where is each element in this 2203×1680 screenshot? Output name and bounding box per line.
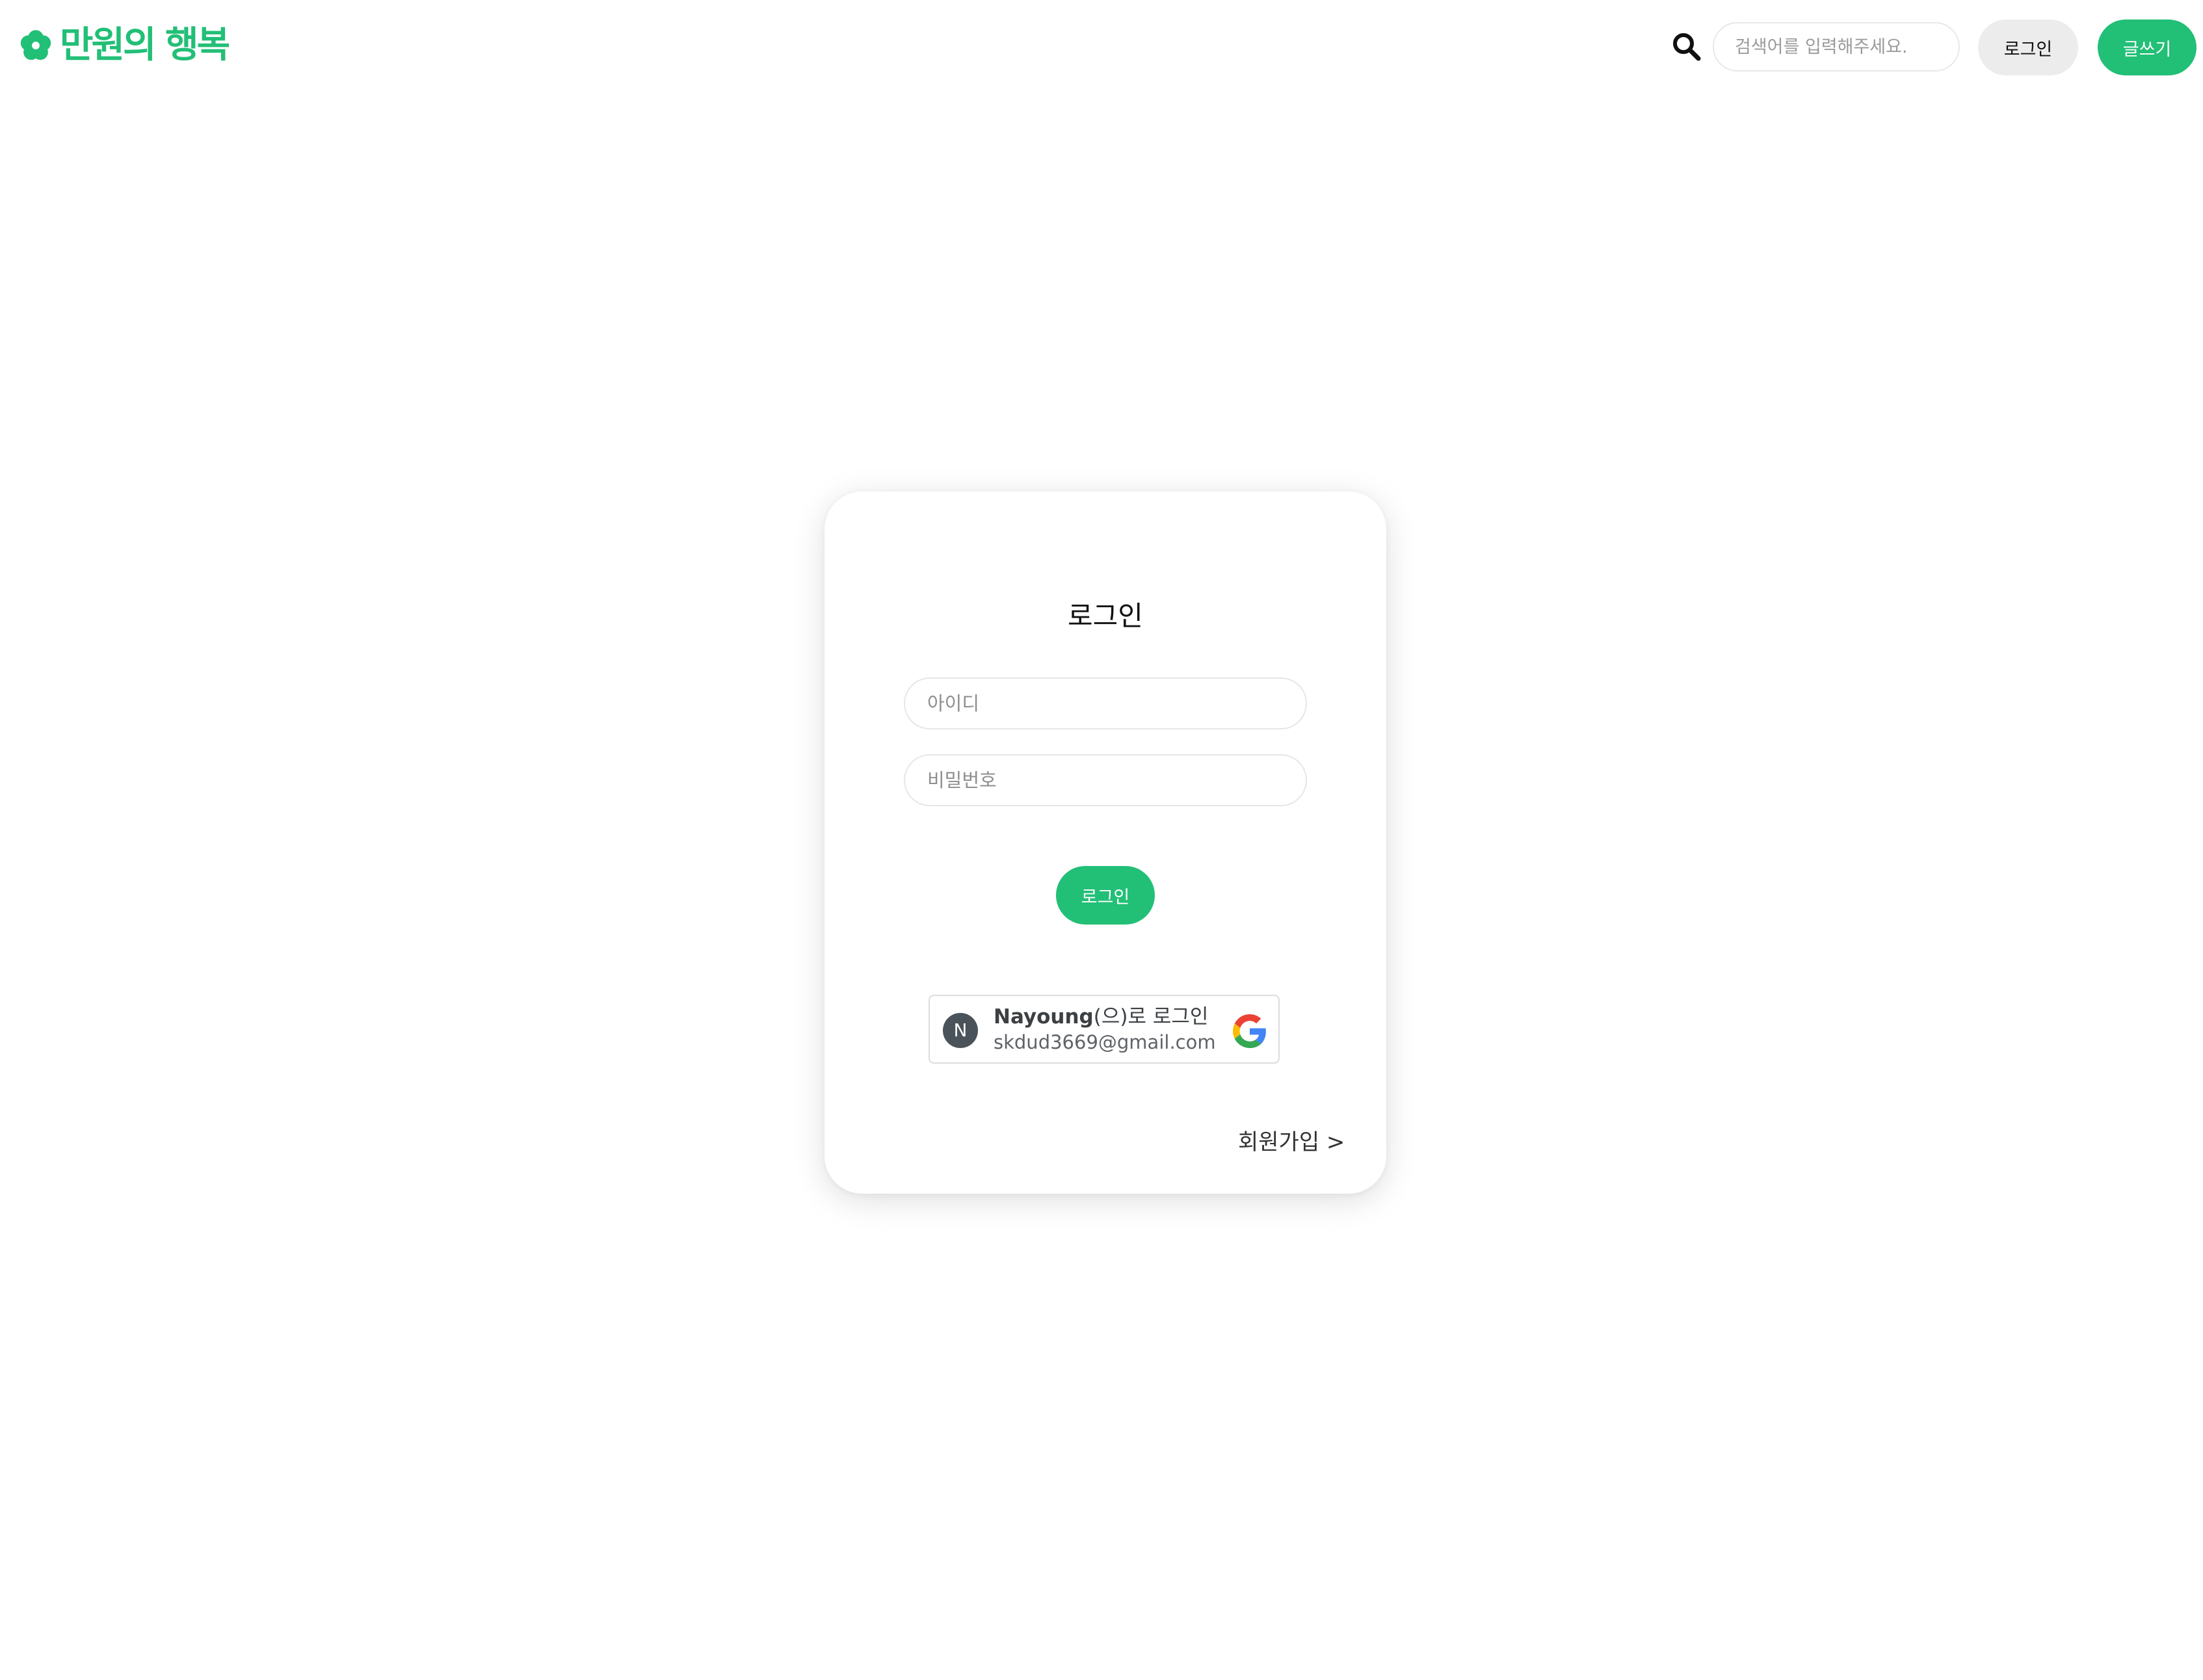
login-title: 로그인	[1068, 600, 1143, 632]
google-signin-button[interactable]: N Nayoung(으)로 로그인 skdud3669@gmail.com	[929, 995, 1280, 1064]
avatar: N	[943, 1013, 978, 1048]
write-post-button[interactable]: 글쓰기	[2098, 20, 2196, 75]
login-card: 로그인 로그인 N Nayoung(으)로 로그인 skdud3669@gmai…	[824, 492, 1386, 1194]
google-account-name-suffix: (으)로 로그인	[1093, 1005, 1209, 1029]
search-icon[interactable]	[1671, 31, 1702, 62]
google-account-name: Nayoung(으)로 로그인	[994, 1004, 1208, 1030]
password-field[interactable]	[904, 754, 1307, 806]
search-input[interactable]	[1713, 22, 1960, 72]
google-account-email: skdud3669@gmail.com	[994, 1031, 1216, 1053]
google-account-username: Nayoung	[994, 1005, 1094, 1029]
logo-text: 만원의 행복	[60, 24, 230, 66]
id-field[interactable]	[904, 677, 1307, 729]
flower-icon	[20, 30, 51, 60]
signup-link[interactable]: 회원가입 >	[1238, 1127, 1345, 1157]
header-login-button[interactable]: 로그인	[1978, 20, 2078, 75]
login-submit-button[interactable]: 로그인	[1056, 866, 1155, 925]
site-logo[interactable]: 만원의 행복	[18, 22, 230, 69]
google-logo-icon	[1233, 1014, 1266, 1048]
